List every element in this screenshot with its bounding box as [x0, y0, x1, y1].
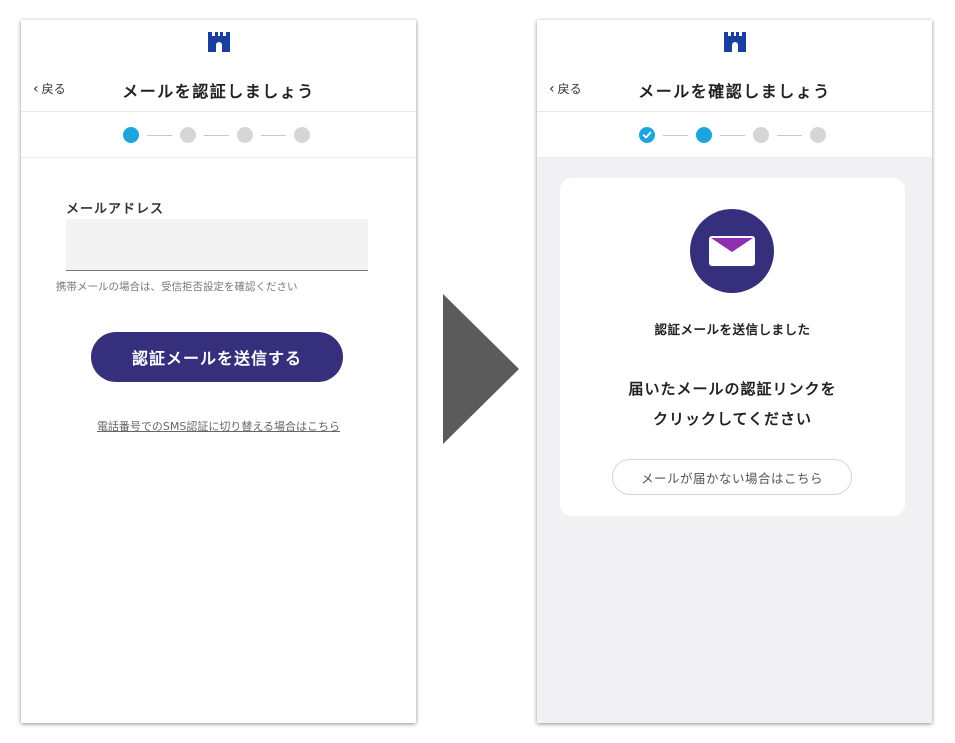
step-connector [147, 134, 172, 136]
progress-stepper [537, 112, 932, 158]
step-3-indicator [753, 127, 769, 143]
instruction-line-2: クリックしてください [652, 410, 813, 428]
mail-badge [690, 209, 774, 293]
castle-logo-icon [207, 32, 230, 52]
step-4-indicator [294, 127, 310, 143]
step-connector [777, 134, 802, 136]
castle-logo-icon [723, 32, 746, 52]
step-4-indicator [810, 127, 826, 143]
email-label: メールアドレス [66, 202, 165, 217]
email-entry-screen: ‹ 戻る メールを認証しましょう メールアドレス 携帯メールの場合は、受信拒否設定… [21, 20, 416, 723]
step-2-indicator [180, 127, 196, 143]
instruction-line-1: 届いたメールの認証リンクを [628, 380, 837, 398]
step-connector [720, 134, 745, 136]
send-verification-button[interactable]: 認証メールを送信する [91, 332, 343, 382]
step-connector [663, 134, 688, 136]
email-input[interactable] [66, 219, 368, 271]
step-connector [204, 134, 229, 136]
instruction-text: 届いたメールの認証リンクを クリックしてください [560, 374, 905, 434]
step-1-indicator [123, 127, 139, 143]
check-icon [642, 131, 652, 139]
sms-auth-link[interactable]: 電話番号でのSMS認証に切り替える場合はこちら [21, 418, 416, 434]
play-arrow-icon [443, 294, 519, 444]
email-hint: 携帯メールの場合は、受信拒否設定を確認ください [56, 281, 298, 293]
step-2-indicator [696, 127, 712, 143]
header: ‹ 戻る メールを認証しましょう [21, 20, 416, 112]
email-confirm-screen: ‹ 戻る メールを確認しましょう 認証メールを送信しました 届いたメールの認証リ… [537, 20, 932, 723]
page-title: メールを確認しましょう [638, 82, 831, 101]
page-title: メールを認証しましょう [122, 82, 315, 101]
confirmation-card: 認証メールを送信しました 届いたメールの認証リンクを クリックしてください メー… [560, 178, 905, 516]
no-mail-help-button[interactable]: メールが届かない場合はこちら [612, 459, 852, 495]
envelope-icon [709, 236, 755, 266]
step-1-indicator [639, 127, 655, 143]
sent-message: 認証メールを送信しました [654, 322, 811, 337]
header: ‹ 戻る メールを確認しましょう [537, 20, 932, 112]
step-3-indicator [237, 127, 253, 143]
progress-stepper [21, 112, 416, 158]
step-connector [261, 134, 286, 136]
